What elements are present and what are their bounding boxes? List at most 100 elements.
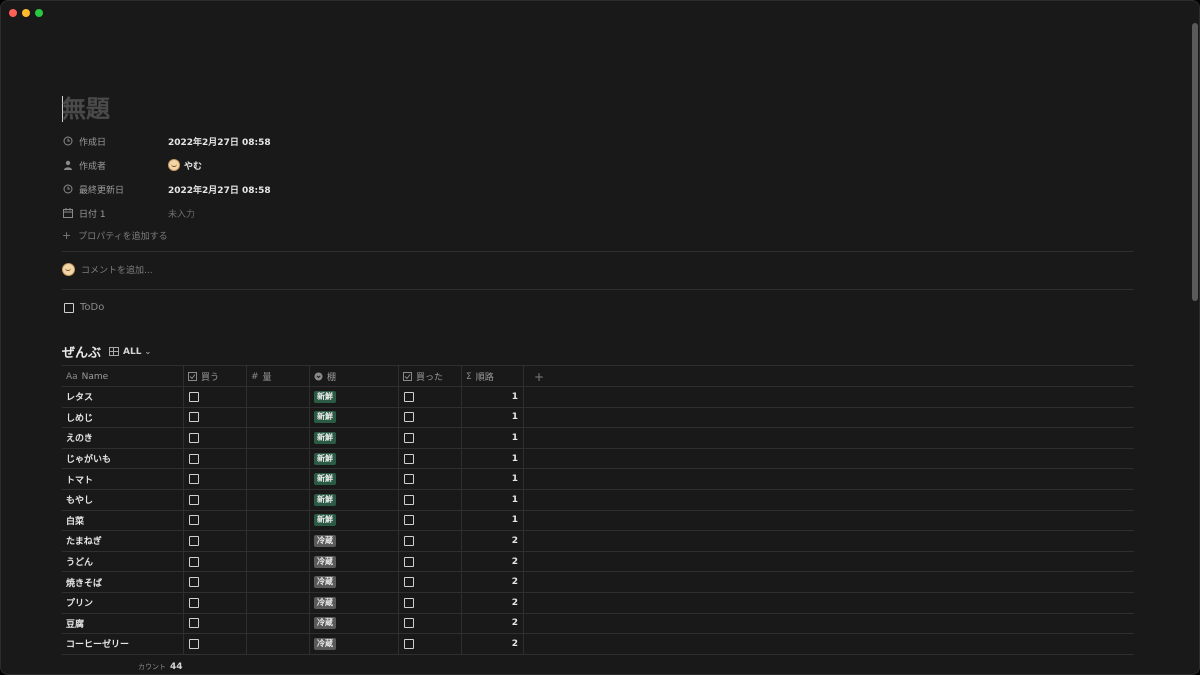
cell-shelf[interactable]: 冷蔵 [310, 572, 399, 592]
bought-checkbox[interactable] [404, 432, 414, 443]
add-property-button[interactable]: + プロパティを追加する [62, 229, 168, 242]
cell-quantity[interactable] [247, 469, 310, 489]
cell-name[interactable]: コーヒーゼリー [62, 634, 184, 654]
cell-shelf[interactable]: 新鮮 [310, 428, 399, 448]
cell-bought[interactable] [399, 428, 462, 448]
cell-buy[interactable] [184, 510, 247, 531]
column-header-name[interactable]: Aa Name [62, 366, 184, 387]
table-row[interactable]: もやし 新鮮 1 [62, 489, 1134, 511]
property-value[interactable]: 未入力 [168, 207, 195, 220]
bought-checkbox[interactable] [404, 577, 414, 588]
cell-name[interactable]: うどん [62, 551, 184, 572]
cell-buy[interactable] [184, 448, 247, 469]
cell-name[interactable]: もやし [62, 489, 184, 510]
property-created-by[interactable]: 作成者 やむ [62, 153, 562, 177]
add-column-button[interactable]: + [524, 366, 554, 387]
cell-quantity[interactable] [247, 613, 310, 634]
bought-checkbox[interactable] [404, 618, 414, 629]
cell-quantity[interactable] [247, 592, 310, 613]
bought-checkbox[interactable] [404, 597, 414, 608]
view-selector[interactable]: ALL ⌄ [109, 347, 151, 357]
cell-name[interactable]: 焼きそば [62, 572, 184, 592]
cell-name[interactable]: プリン [62, 592, 184, 613]
cell-quantity[interactable] [247, 634, 310, 654]
column-header-buy[interactable]: 買う [184, 366, 247, 387]
cell-buy[interactable] [184, 592, 247, 613]
cell-shelf[interactable]: 新鮮 [310, 448, 399, 469]
cell-shelf[interactable]: 冷蔵 [310, 551, 399, 572]
cell-bought[interactable] [399, 510, 462, 531]
table-row[interactable]: 豆腐 冷蔵 2 [62, 613, 1134, 635]
cell-name[interactable]: レタス [62, 387, 184, 407]
buy-checkbox[interactable] [189, 597, 199, 608]
buy-checkbox[interactable] [189, 638, 199, 649]
cell-name[interactable]: しめじ [62, 407, 184, 428]
cell-shelf[interactable]: 冷蔵 [310, 531, 399, 551]
property-date-1[interactable]: 日付 1 未入力 [62, 201, 562, 225]
table-row[interactable]: トマト 新鮮 1 [62, 469, 1134, 490]
buy-checkbox[interactable] [189, 432, 199, 443]
table-row[interactable]: たまねぎ 冷蔵 2 [62, 531, 1134, 552]
todo-checkbox[interactable] [64, 302, 74, 313]
table-row[interactable]: じゃがいも 新鮮 1 [62, 448, 1134, 470]
cell-buy[interactable] [184, 469, 247, 489]
table-row[interactable]: えのき 新鮮 1 [62, 428, 1134, 449]
cell-shelf[interactable]: 冷蔵 [310, 634, 399, 654]
table-row[interactable]: しめじ 新鮮 1 [62, 407, 1134, 429]
cell-quantity[interactable] [247, 551, 310, 572]
cell-shelf[interactable]: 新鮮 [310, 407, 399, 428]
cell-quantity[interactable] [247, 448, 310, 469]
table-row[interactable]: 白菜 新鮮 1 [62, 510, 1134, 532]
bought-checkbox[interactable] [404, 515, 414, 526]
page-title[interactable]: 無題 [62, 93, 110, 125]
buy-checkbox[interactable] [189, 494, 199, 505]
table-row[interactable]: コーヒーゼリー 冷蔵 2 [62, 634, 1134, 655]
column-header-shelf[interactable]: 棚 [310, 366, 399, 387]
cell-bought[interactable] [399, 387, 462, 407]
cell-shelf[interactable]: 新鮮 [310, 469, 399, 489]
zoom-window-button[interactable] [35, 9, 43, 17]
database-title[interactable]: ぜんぶ [62, 342, 101, 361]
cell-bought[interactable] [399, 592, 462, 613]
buy-checkbox[interactable] [189, 474, 199, 485]
column-header-bought[interactable]: 買った [399, 366, 462, 387]
buy-checkbox[interactable] [189, 515, 199, 526]
cell-bought[interactable] [399, 407, 462, 428]
vertical-scrollbar[interactable] [1192, 23, 1198, 301]
cell-quantity[interactable] [247, 489, 310, 510]
cell-shelf[interactable]: 冷蔵 [310, 613, 399, 634]
cell-name[interactable]: 豆腐 [62, 613, 184, 634]
table-count[interactable]: カウント 44 [138, 662, 183, 672]
column-header-route[interactable]: Σ 順路 [462, 366, 524, 387]
cell-buy[interactable] [184, 613, 247, 634]
cell-bought[interactable] [399, 469, 462, 489]
cell-quantity[interactable] [247, 510, 310, 531]
buy-checkbox[interactable] [189, 577, 199, 588]
cell-buy[interactable] [184, 572, 247, 592]
cell-quantity[interactable] [247, 387, 310, 407]
bought-checkbox[interactable] [404, 453, 414, 464]
property-created-time[interactable]: 作成日 2022年2月27日 08:58 [62, 129, 562, 153]
table-row[interactable]: レタス 新鮮 1 [62, 387, 1134, 408]
buy-checkbox[interactable] [189, 535, 199, 546]
cell-quantity[interactable] [247, 572, 310, 592]
table-row[interactable]: プリン 冷蔵 2 [62, 592, 1134, 614]
cell-name[interactable]: じゃがいも [62, 448, 184, 469]
buy-checkbox[interactable] [189, 618, 199, 629]
cell-bought[interactable] [399, 551, 462, 572]
cell-shelf[interactable]: 新鮮 [310, 510, 399, 531]
cell-name[interactable]: トマト [62, 469, 184, 489]
cell-buy[interactable] [184, 551, 247, 572]
buy-checkbox[interactable] [189, 453, 199, 464]
cell-shelf[interactable]: 新鮮 [310, 387, 399, 407]
cell-buy[interactable] [184, 634, 247, 654]
minimize-window-button[interactable] [22, 9, 30, 17]
cell-bought[interactable] [399, 634, 462, 654]
todo-block[interactable]: ToDo [64, 302, 104, 313]
column-header-quantity[interactable]: # 量 [247, 366, 310, 387]
bought-checkbox[interactable] [404, 412, 414, 423]
cell-bought[interactable] [399, 448, 462, 469]
property-last-edited-time[interactable]: 最終更新日 2022年2月27日 08:58 [62, 177, 562, 201]
comment-input[interactable]: コメントを追加... [62, 263, 153, 276]
close-window-button[interactable] [9, 9, 17, 17]
